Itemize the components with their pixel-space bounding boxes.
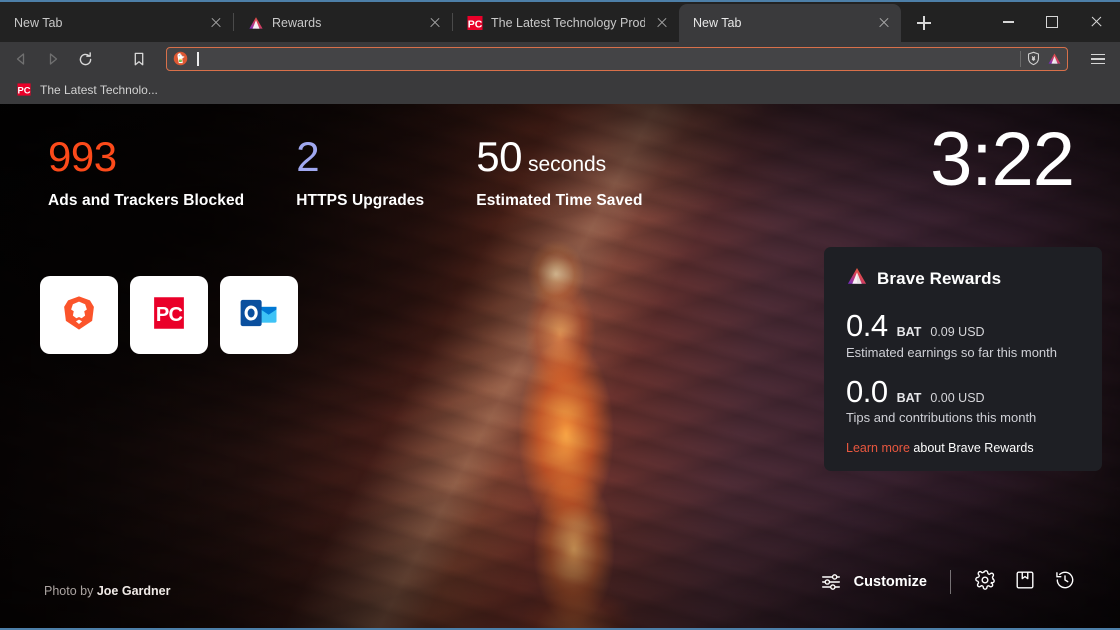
menu-line <box>1091 54 1105 56</box>
svg-text:PC: PC <box>18 85 31 95</box>
tab-title: New Tab <box>693 16 867 30</box>
sliders-icon <box>819 566 843 598</box>
photo-credit: Photo by Joe Gardner <box>44 584 170 598</box>
tab-rewards[interactable]: Rewards <box>234 4 452 42</box>
forward-button[interactable] <box>38 45 68 73</box>
bookmark-item-pcmag[interactable]: PC The Latest Technolo... <box>12 79 163 101</box>
stat-ads-blocked: 993 Ads and Trackers Blocked <box>48 136 244 210</box>
top-site-pcmag[interactable]: PC <box>130 276 208 354</box>
tab-new-tab-2-active[interactable]: New Tab <box>679 4 901 42</box>
clock-widget: 3:22 <box>930 122 1074 198</box>
text-caret <box>197 52 199 66</box>
brave-rewards-icon[interactable] <box>1047 51 1063 67</box>
photo-credit-prefix: Photo by <box>44 584 97 598</box>
bookmarks-book-icon <box>1014 569 1036 596</box>
learn-more-link[interactable]: Learn more <box>846 441 910 455</box>
top-sites: PC <box>40 276 298 354</box>
bookmark-label: The Latest Technolo... <box>40 83 158 97</box>
maximize-button[interactable] <box>1030 7 1074 37</box>
rewards-fiat: 0.00 USD <box>930 391 984 405</box>
learn-more-rest: about Brave Rewards <box>910 441 1034 455</box>
tab-pcmag-article[interactable]: PC The Latest Technology Product R <box>453 4 679 42</box>
reload-button[interactable] <box>70 45 100 73</box>
rewards-token: BAT <box>897 391 922 405</box>
stat-label: Estimated Time Saved <box>476 192 642 210</box>
window-controls <box>986 2 1120 42</box>
rewards-title: Brave Rewards <box>877 269 1001 289</box>
brave-rewards-card: Brave Rewards 0.4 BAT 0.09 USD Estimated… <box>824 247 1102 471</box>
photo-credit-author: Joe Gardner <box>97 584 171 598</box>
rewards-header: Brave Rewards <box>846 265 1082 292</box>
url-bar[interactable] <box>166 47 1068 71</box>
new-tab-page: 993 Ads and Trackers Blocked 2 HTTPS Upg… <box>0 104 1120 628</box>
rewards-learn-more: Learn more about Brave Rewards <box>846 441 1082 455</box>
stat-value: 50 <box>476 136 522 178</box>
tab-close-button[interactable] <box>875 14 893 32</box>
back-button[interactable] <box>6 45 36 73</box>
stat-label: HTTPS Upgrades <box>296 192 424 210</box>
brave-shields-icon[interactable] <box>1026 51 1042 67</box>
close-button[interactable] <box>1074 7 1118 37</box>
url-input[interactable] <box>195 48 1014 70</box>
rewards-token: BAT <box>897 325 922 339</box>
customize-label: Customize <box>854 574 927 590</box>
tab-title: The Latest Technology Product R <box>491 16 645 30</box>
rewards-amount: 0.0 <box>846 376 888 409</box>
tab-close-button[interactable] <box>653 14 671 32</box>
tab-title: Rewards <box>272 16 418 30</box>
minimize-button[interactable] <box>986 7 1030 37</box>
menu-line <box>1091 63 1105 65</box>
menu-line <box>1091 58 1105 60</box>
rewards-fiat: 0.09 USD <box>930 325 984 339</box>
stat-value: 2 <box>296 136 319 178</box>
pcmag-icon: PC <box>17 82 33 98</box>
bookmark-button[interactable] <box>124 45 154 73</box>
url-bar-actions <box>1020 51 1063 67</box>
browser-window: New Tab Rewards <box>0 0 1120 630</box>
svg-text:PC: PC <box>468 18 483 30</box>
stat-time-saved: 50 seconds Estimated Time Saved <box>476 136 642 210</box>
stat-label: Ads and Trackers Blocked <box>48 192 244 210</box>
bookmarks-bar: PC The Latest Technolo... <box>0 76 1120 104</box>
bookmarks-button[interactable] <box>1008 566 1042 598</box>
tab-close-button[interactable] <box>426 14 444 32</box>
tab-strip: New Tab Rewards <box>0 2 1120 42</box>
privacy-stats: 993 Ads and Trackers Blocked 2 HTTPS Upg… <box>48 136 643 210</box>
history-clock-icon <box>1054 569 1076 596</box>
rewards-earnings-block: 0.4 BAT 0.09 USD Estimated earnings so f… <box>846 310 1082 360</box>
navigation-toolbar <box>0 42 1120 76</box>
url-divider <box>1020 51 1021 67</box>
rewards-description: Estimated earnings so far this month <box>846 345 1082 360</box>
pcmag-icon: PC <box>148 292 190 339</box>
brave-rewards-triangle-icon <box>846 265 868 292</box>
pcmag-icon: PC <box>467 15 483 31</box>
new-tab-button[interactable] <box>909 8 939 38</box>
top-site-outlook[interactable] <box>220 276 298 354</box>
gear-icon <box>974 569 996 596</box>
svg-text:PC: PC <box>156 303 183 325</box>
duckduckgo-icon <box>173 51 189 67</box>
tab-new-tab-1[interactable]: New Tab <box>0 4 233 42</box>
stat-value: 993 <box>48 136 117 178</box>
stat-unit: seconds <box>528 153 606 177</box>
footer-actions: Customize <box>813 562 1082 602</box>
outlook-icon <box>238 292 280 339</box>
rewards-amount: 0.4 <box>846 310 888 343</box>
main-menu-button[interactable] <box>1084 45 1112 73</box>
rewards-tips-block: 0.0 BAT 0.00 USD Tips and contributions … <box>846 376 1082 426</box>
tab-title: New Tab <box>14 16 199 30</box>
customize-button[interactable]: Customize <box>813 562 933 602</box>
top-site-brave[interactable] <box>40 276 118 354</box>
settings-button[interactable] <box>968 566 1002 598</box>
rewards-description: Tips and contributions this month <box>846 410 1082 425</box>
brave-lion-icon <box>58 292 100 339</box>
tab-close-button[interactable] <box>207 14 225 32</box>
footer-divider <box>950 570 951 594</box>
brave-triangle-icon <box>248 15 264 31</box>
history-button[interactable] <box>1048 566 1082 598</box>
stat-https-upgrades: 2 HTTPS Upgrades <box>296 136 424 210</box>
